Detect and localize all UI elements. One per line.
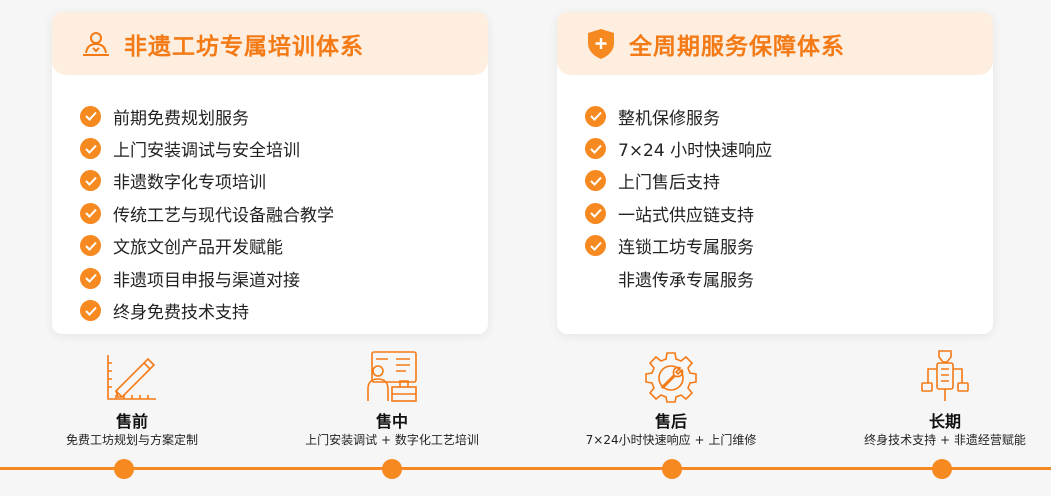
training-system-card: 非遗工坊专属培训体系 前期免费规划服务 上门安装调试与安全培训 非遗数字化专项培… (52, 12, 488, 334)
list-item: 上门售后支持 (585, 165, 993, 197)
phase-insale: 售中 上门安装调试 + 数字化工艺培训 (272, 347, 512, 448)
timeline-dot (932, 459, 952, 479)
list-item: 终身免费技术支持 (80, 294, 488, 326)
check-icon (585, 235, 606, 257)
check-icon (80, 170, 101, 192)
check-icon (80, 300, 101, 322)
check-icon (585, 170, 606, 192)
phase-presale: 售前 免费工坊规划与方案定制 (12, 347, 252, 448)
check-icon (585, 105, 606, 127)
check-icon (585, 202, 606, 224)
service-guarantee-card: 全周期服务保障体系 整机保修服务 7×24 小时快速响应 上门售后支持 一站式供… (557, 12, 993, 334)
list-item: 连锁工坊专属服务 (585, 230, 993, 262)
person-board-icon (80, 28, 112, 60)
check-icon (585, 138, 606, 160)
timeline-dot (662, 459, 682, 479)
list-item: 文旅文创产品开发赋能 (80, 230, 488, 262)
check-icon (80, 267, 101, 289)
list-item: 非遗项目申报与渠道对接 (80, 262, 488, 294)
timeline-dot (114, 459, 134, 479)
check-icon (80, 235, 101, 257)
list-item: 一站式供应链支持 (585, 197, 993, 229)
list-item: 整机保修服务 (585, 100, 993, 132)
timeline-line (0, 467, 1051, 470)
training-list: 前期免费规划服务 上门安装调试与安全培训 非遗数字化专项培训 传统工艺与现代设备… (52, 75, 488, 327)
list-item: 传统工艺与现代设备融合教学 (80, 197, 488, 229)
list-item: 非遗数字化专项培训 (80, 165, 488, 197)
list-item: 7×24 小时快速响应 (585, 132, 993, 164)
check-icon (80, 202, 101, 224)
list-item: 非遗传承专属服务 (585, 262, 993, 294)
connector-icon (918, 347, 972, 403)
card-header: 全周期服务保障体系 (557, 12, 993, 75)
card-header: 非遗工坊专属培训体系 (52, 12, 488, 75)
phase-aftersale: 售后 7×24小时快速响应 + 上门维修 (551, 347, 791, 448)
timeline-dot (382, 459, 402, 479)
service-list: 整机保修服务 7×24 小时快速响应 上门售后支持 一站式供应链支持 连锁工坊专… (557, 75, 993, 294)
shield-plus-icon (585, 28, 617, 60)
worker-desk-icon (362, 347, 422, 403)
check-icon (80, 105, 101, 127)
list-item: 上门安装调试与安全培训 (80, 132, 488, 164)
ruler-pencil-icon (104, 347, 160, 403)
card-title: 非遗工坊专属培训体系 (124, 33, 364, 60)
check-placeholder (585, 268, 606, 289)
card-title: 全周期服务保障体系 (629, 33, 845, 60)
list-item: 前期免费规划服务 (80, 100, 488, 132)
phase-longterm: 长期 终身技术支持 + 非遗经营赋能 (825, 347, 1051, 448)
gear-wrench-icon (643, 347, 699, 403)
check-icon (80, 138, 101, 160)
